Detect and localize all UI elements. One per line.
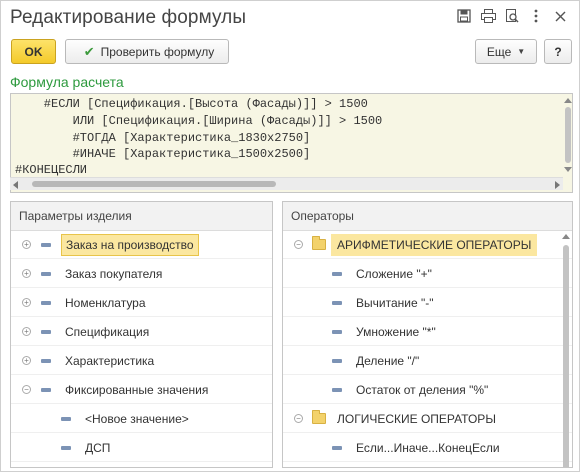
tree-row[interactable]: + Номенклатура (11, 289, 272, 317)
tree-row[interactable]: Умножение "*" (283, 318, 572, 346)
params-panel: Параметры изделия + Заказ на производств… (10, 201, 273, 468)
attribute-icon (41, 300, 51, 305)
attribute-icon (61, 445, 71, 450)
tree-row-label: Номенклатура (65, 295, 146, 310)
scroll-thumb[interactable] (565, 107, 571, 163)
operator-icon (332, 387, 342, 392)
scroll-up-icon[interactable] (562, 234, 570, 239)
formula-horizontal-scrollbar[interactable] (10, 177, 563, 190)
tree-row[interactable]: ДСП (11, 434, 272, 462)
print-icon[interactable] (477, 5, 499, 27)
tree-row-label: ДСП (85, 440, 111, 455)
tree-row-label: Остаток от деления "%" (356, 382, 489, 397)
attribute-icon (41, 242, 51, 247)
tree-row[interactable]: Сложение "+" (283, 260, 572, 288)
more-vertical-icon[interactable] (525, 5, 547, 27)
check-formula-button[interactable]: ✔ Проверить формулу (65, 39, 229, 64)
tree-row[interactable]: − АРИФМЕТИЧЕСКИЕ ОПЕРАТОРЫ (283, 231, 572, 259)
scroll-right-icon[interactable] (555, 181, 560, 189)
expand-plus-icon[interactable]: + (22, 356, 31, 365)
tree-row-label: ЛОГИЧЕСКИЕ ОПЕРАТОРЫ (337, 411, 496, 426)
tree-row[interactable]: Если...Иначе...КонецЕсли (283, 434, 572, 462)
tree-row-label: Вычитание "-" (356, 295, 434, 310)
operator-icon (332, 445, 342, 450)
ok-button[interactable]: OK (11, 39, 56, 64)
expand-plus-icon[interactable]: + (22, 269, 31, 278)
tree-row-label: Заказ на производство (61, 234, 199, 256)
expand-plus-icon[interactable]: + (22, 327, 31, 336)
formula-line: ИЛИ [Спецификация.[Ширина (Фасады)]] > 1… (15, 114, 383, 128)
formula-line: #КОНЕЦЕСЛИ (15, 163, 88, 177)
params-panel-header: Параметры изделия (11, 202, 272, 231)
collapse-minus-icon[interactable]: − (294, 240, 303, 249)
expand-plus-icon[interactable]: + (22, 298, 31, 307)
tree-row-label: Фиксированные значения (65, 382, 209, 397)
more-button[interactable]: Еще ▼ (475, 39, 537, 64)
scroll-thumb[interactable] (563, 245, 569, 467)
attribute-icon (41, 387, 51, 392)
attribute-icon (61, 416, 71, 421)
collapse-minus-icon[interactable]: − (22, 385, 31, 394)
chevron-down-icon: ▼ (517, 47, 526, 56)
tree-row-label: Характеристика (65, 353, 155, 368)
tree-row-label: Умножение "*" (356, 324, 436, 339)
scroll-up-icon[interactable] (564, 98, 572, 103)
operator-icon (332, 358, 342, 363)
operator-icon (332, 329, 342, 334)
preview-icon[interactable] (501, 5, 523, 27)
tree-row[interactable]: − ЛОГИЧЕСКИЕ ОПЕРАТОРЫ (283, 405, 572, 433)
scroll-left-icon[interactable] (13, 181, 18, 189)
operators-panel-header: Операторы (283, 202, 572, 231)
formula-editor-window: Редактирование формулы OK ✔ Проверить фо… (0, 0, 580, 472)
tree-row[interactable]: <Новое значение> (11, 405, 272, 433)
tree-row-label: Спецификация (65, 324, 150, 339)
tree-row[interactable]: + Заказ покупателя (11, 260, 272, 288)
operators-panel: Операторы − АРИФМЕТИЧЕСКИЕ ОПЕРАТОРЫ Сло… (282, 201, 573, 468)
tree-row[interactable]: + Спецификация (11, 318, 272, 346)
tree-row-label: Деление "/" (356, 353, 420, 368)
scroll-down-icon[interactable] (564, 167, 572, 172)
scroll-thumb[interactable] (32, 181, 276, 187)
tree-row[interactable]: + Характеристика (11, 347, 272, 375)
more-label: Еще (486, 44, 512, 59)
expand-plus-icon[interactable]: + (22, 240, 31, 249)
formula-vertical-scrollbar[interactable] (563, 93, 573, 191)
tree-row[interactable]: Вычитание "-" (283, 289, 572, 317)
formula-line: #ТОГДА [Характеристика_1830х2750] (15, 131, 311, 145)
help-button[interactable]: ? (544, 39, 572, 64)
collapse-minus-icon[interactable]: − (294, 414, 303, 423)
close-icon[interactable] (549, 5, 571, 27)
folder-icon (312, 236, 326, 250)
attribute-icon (41, 271, 51, 276)
attribute-icon (41, 329, 51, 334)
tree-row-label: Заказ покупателя (65, 266, 163, 281)
tree-row-label: Если...Иначе...КонецЕсли (356, 440, 500, 455)
title-toolbar (453, 5, 571, 27)
tree-row[interactable]: − Фиксированные значения (11, 376, 272, 404)
attribute-icon (41, 358, 51, 363)
check-formula-label: Проверить формулу (100, 44, 215, 59)
formula-line: #ИНАЧЕ [Характеристика_1500х2500] (15, 147, 311, 161)
operators-vertical-scrollbar[interactable] (560, 231, 572, 467)
window-title: Редактирование формулы (10, 7, 247, 28)
checkmark-icon: ✔ (83, 43, 95, 59)
tree-row[interactable]: Остаток от деления "%" (283, 376, 572, 404)
folder-icon (312, 410, 326, 424)
formula-line: #ЕСЛИ [Спецификация.[Высота (Фасады)]] >… (15, 97, 368, 111)
tree-row[interactable]: Деление "/" (283, 347, 572, 375)
formula-label: Формула расчета (10, 74, 124, 90)
tree-row-label: <Новое значение> (85, 411, 189, 426)
operator-icon (332, 300, 342, 305)
tree-row-label: АРИФМЕТИЧЕСКИЕ ОПЕРАТОРЫ (331, 234, 538, 256)
tree-row[interactable]: + Заказ на производство (11, 231, 272, 259)
operator-icon (332, 271, 342, 276)
tree-row-label: Сложение "+" (356, 266, 432, 281)
save-icon[interactable] (453, 5, 475, 27)
